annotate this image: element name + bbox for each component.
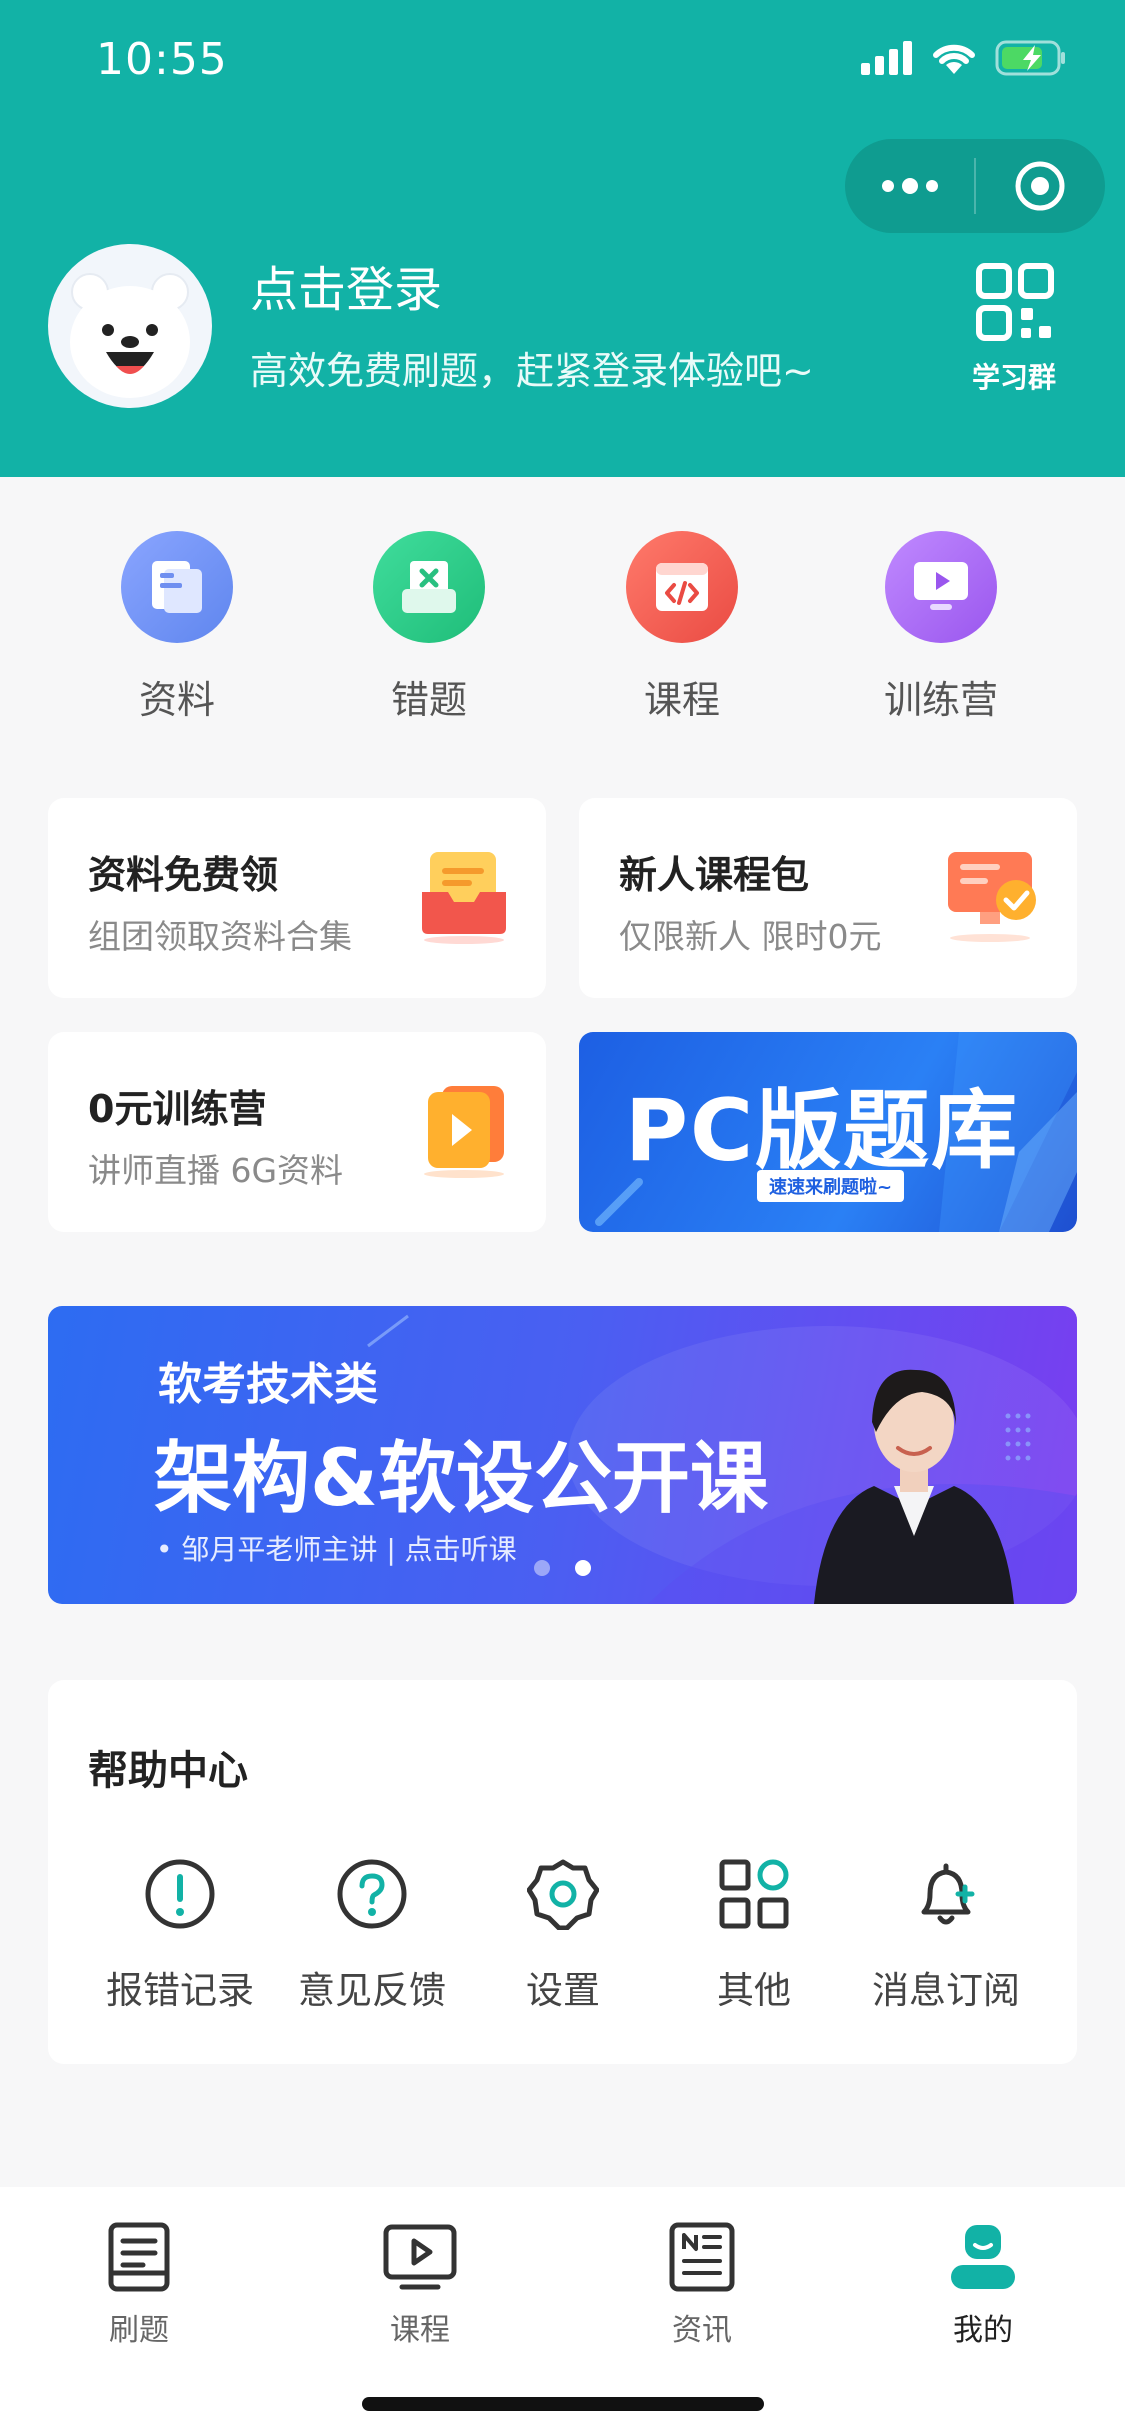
wifi-icon: [933, 44, 975, 74]
bell-plus-icon: [921, 1863, 975, 1925]
signal-icon: [861, 41, 912, 75]
exclamation-circle-icon: [145, 1859, 215, 1929]
tab-label: 课程: [390, 2313, 450, 2348]
target-close-icon: [1015, 161, 1065, 211]
shortcut-label: 资料: [138, 678, 215, 722]
grid-apps-icon: [719, 1859, 789, 1929]
bear-avatar-icon: [70, 273, 190, 398]
help-item-feedback[interactable]: 意见反馈: [282, 1858, 462, 2014]
pc-question-bank-banner[interactable]: PC版题库 速速来刷题啦~: [579, 1032, 1077, 1232]
video-screen-icon: [383, 2224, 457, 2290]
more-dots-icon: [881, 178, 938, 194]
help-item-label: 报错记录: [106, 1969, 254, 2012]
promo-title: 新人课程包: [619, 853, 810, 897]
qr-code-icon: [976, 263, 1054, 341]
hero-line2: 架构&软设公开课: [154, 1434, 769, 1524]
tab-news[interactable]: 资讯: [612, 2221, 792, 2349]
video-play-icon: [418, 1082, 510, 1182]
hero-line3: • 邹月平老师主讲 | 点击听课: [156, 1533, 517, 1566]
shortcut-label: 错题: [390, 678, 467, 722]
code-course-icon: [626, 531, 738, 643]
help-item-others[interactable]: 其他: [664, 1858, 844, 2014]
hero-line1: 软考技术类: [158, 1359, 378, 1410]
promo-subtitle: 组团领取资料合集: [88, 917, 352, 956]
monitor-check-icon: [944, 848, 1044, 948]
promo-card-free-camp[interactable]: 0元训练营 讲师直播 6G资料: [48, 1032, 546, 1232]
promo-subtitle: 讲师直播 6G资料: [88, 1151, 344, 1190]
pc-banner-title: PC版题库: [625, 1081, 1020, 1181]
avatar[interactable]: [48, 244, 212, 408]
shortcut-materials[interactable]: 资料: [87, 531, 267, 724]
study-group-label: 学习群: [972, 361, 1057, 394]
shortcut-label: 课程: [643, 678, 720, 722]
help-item-label: 其他: [717, 1969, 791, 2012]
carousel-dot[interactable]: [534, 1560, 550, 1576]
help-item-label: 设置: [526, 1969, 600, 2012]
help-center-card: 帮助中心 报错记录 意见反馈 设置 其他 消息订阅: [48, 1680, 1077, 2064]
help-center-title: 帮助中心: [88, 1748, 248, 1794]
shortcut-training-camp[interactable]: 训练营: [851, 531, 1031, 724]
status-icons: [861, 40, 1067, 76]
carousel-dot-active[interactable]: [575, 1560, 591, 1576]
help-item-label: 消息订阅: [872, 1969, 1020, 2012]
miniprogram-capsule: [845, 139, 1105, 233]
bottom-tabbar: 刷题 课程 资讯 我的: [0, 2187, 1125, 2436]
monitor-play-icon: [885, 531, 997, 643]
promo-title: 0元训练营: [88, 1087, 267, 1131]
battery-charging-icon: [995, 40, 1065, 76]
pc-banner-tag: 速速来刷题啦~: [757, 1170, 905, 1202]
promo-card-free-materials[interactable]: 资料免费领 组团领取资料合集: [48, 798, 546, 998]
close-miniprogram-button[interactable]: [976, 139, 1105, 233]
tab-practice[interactable]: 刷题: [49, 2221, 229, 2349]
news-icon: [669, 2222, 735, 2292]
tab-label: 刷题: [109, 2313, 169, 2348]
user-profile-icon: [951, 2225, 1015, 2289]
tab-courses[interactable]: 课程: [330, 2221, 510, 2349]
document-icon: [121, 531, 233, 643]
inbox-tray-icon: [418, 848, 510, 948]
hero-banner-carousel[interactable]: 软考技术类 架构&软设公开课 • 邹月平老师主讲 | 点击听课: [48, 1306, 1077, 1604]
tab-label-active: 我的: [953, 2313, 1013, 2348]
help-item-settings[interactable]: 设置: [473, 1858, 653, 2014]
shortcut-courses[interactable]: 课程: [592, 531, 772, 724]
teacher-photo: [804, 1336, 1024, 1604]
study-group-button[interactable]: [975, 262, 1055, 346]
login-subtitle: 高效免费刷题，赶紧登录体验吧~: [250, 349, 814, 393]
shortcut-label: 训练营: [883, 678, 998, 722]
question-circle-icon: [337, 1859, 407, 1929]
status-time: 10:55: [96, 34, 228, 85]
help-item-subscriptions[interactable]: 消息订阅: [856, 1858, 1036, 2014]
wrong-question-icon: [373, 531, 485, 643]
help-item-error-records[interactable]: 报错记录: [90, 1858, 270, 2014]
shortcut-wrong-questions[interactable]: 错题: [339, 531, 519, 724]
promo-subtitle: 仅限新人 限时0元: [619, 917, 882, 956]
promo-title: 资料免费领: [88, 853, 279, 897]
promo-card-newcomer-pack[interactable]: 新人课程包 仅限新人 限时0元: [579, 798, 1077, 998]
gear-icon: [526, 1859, 600, 1931]
tab-label: 资讯: [672, 2313, 732, 2348]
tab-mine[interactable]: 我的: [893, 2221, 1073, 2349]
help-item-label: 意见反馈: [298, 1969, 446, 2012]
question-book-icon: [108, 2222, 170, 2292]
more-button[interactable]: [845, 139, 974, 233]
login-title[interactable]: 点击登录: [250, 250, 442, 320]
home-indicator: [362, 2397, 764, 2411]
